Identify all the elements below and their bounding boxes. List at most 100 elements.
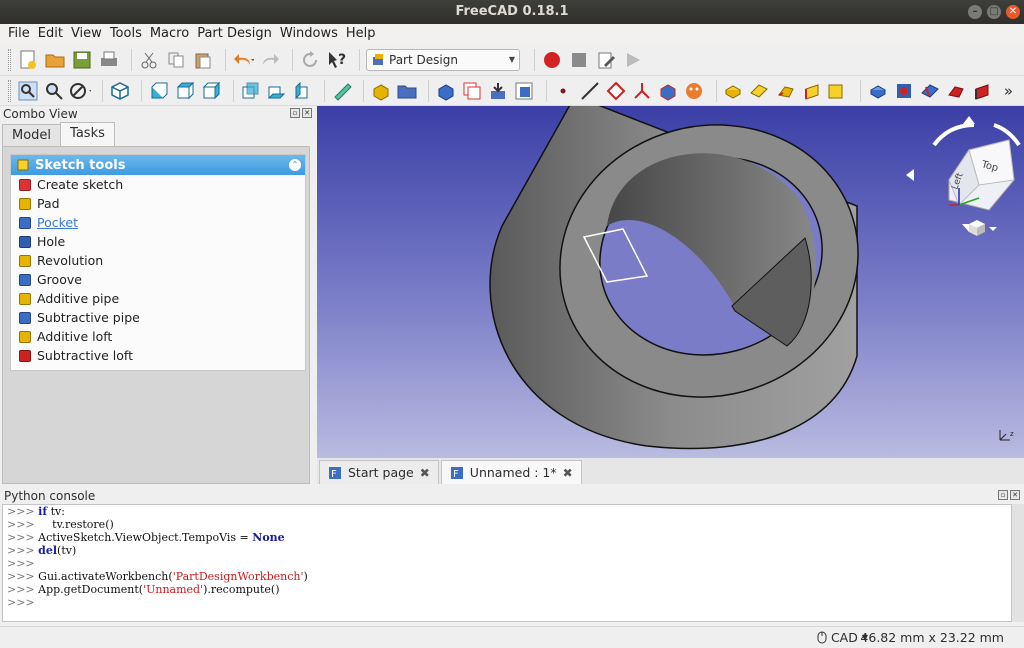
- pad-icon: [19, 197, 31, 210]
- shape-binder-2-icon[interactable]: [657, 80, 678, 102]
- local-coordinate-system-icon[interactable]: [631, 80, 652, 102]
- fit-all-icon[interactable]: [17, 80, 38, 102]
- subtractive-loft-icon[interactable]: [946, 80, 967, 102]
- task-item[interactable]: Additive loft: [11, 327, 305, 346]
- tab-model[interactable]: Model: [2, 124, 62, 146]
- task-item[interactable]: Hole: [11, 232, 305, 251]
- redo-icon[interactable]: [259, 49, 281, 71]
- save-icon[interactable]: [71, 49, 93, 71]
- task-item[interactable]: Revolution: [11, 251, 305, 270]
- tab-unnamed[interactable]: F Unnamed : 1* ✖: [440, 460, 582, 484]
- cut-icon[interactable]: [138, 49, 160, 71]
- rotate-ccw-icon[interactable]: [932, 123, 975, 147]
- rear-view-icon[interactable]: [240, 80, 261, 102]
- additive-loft-icon[interactable]: [775, 80, 796, 102]
- pad-icon[interactable]: [723, 80, 744, 102]
- refresh-icon[interactable]: [299, 49, 321, 71]
- additive-pipe-icon[interactable]: [801, 80, 822, 102]
- tab-tasks[interactable]: Tasks: [60, 122, 115, 146]
- clone-2-icon[interactable]: [684, 80, 705, 102]
- body-link-icon[interactable]: [514, 80, 535, 102]
- console-token: ).recompute(): [203, 583, 280, 596]
- task-item[interactable]: Pad: [11, 194, 305, 213]
- bottom-view-icon[interactable]: [266, 80, 287, 102]
- console-token: 'Unnamed': [143, 583, 204, 596]
- task-item[interactable]: Create sketch: [11, 175, 305, 194]
- print-icon[interactable]: [98, 49, 120, 71]
- new-document-icon[interactable]: [17, 49, 39, 71]
- menu-help[interactable]: Help: [342, 24, 380, 44]
- additive-primitive-icon[interactable]: [827, 80, 849, 102]
- menu-windows[interactable]: Windows: [276, 24, 342, 44]
- open-folder-icon[interactable]: [44, 49, 66, 71]
- paste-icon[interactable]: [192, 49, 214, 71]
- close-icon[interactable]: ✕: [1010, 490, 1020, 500]
- sub-shape-binder-icon[interactable]: [488, 80, 509, 102]
- clone-icon[interactable]: [462, 80, 483, 102]
- macro-run-icon[interactable]: [622, 49, 644, 71]
- macro-stop-icon[interactable]: [568, 49, 590, 71]
- pocket-icon[interactable]: [867, 80, 888, 102]
- minimize-button[interactable]: –: [968, 5, 982, 19]
- undo-icon[interactable]: [232, 49, 254, 71]
- toolbar-grip[interactable]: [8, 48, 11, 71]
- close-icon[interactable]: ✕: [302, 108, 312, 118]
- rotate-left-arrow-icon[interactable]: [906, 169, 914, 181]
- revolution-icon[interactable]: [749, 80, 770, 102]
- shape-binder-icon[interactable]: [435, 80, 456, 102]
- close-tab-icon[interactable]: ✖: [563, 466, 573, 480]
- combo-tabs: Model Tasks: [2, 122, 115, 146]
- datum-line-icon[interactable]: [579, 80, 600, 102]
- isometric-view-icon[interactable]: [109, 80, 130, 102]
- measure-distance-icon[interactable]: [331, 80, 352, 102]
- macro-edit-icon[interactable]: [595, 49, 617, 71]
- hole-icon[interactable]: [893, 80, 914, 102]
- task-item[interactable]: Subtractive loft: [11, 346, 305, 365]
- draw-style-icon[interactable]: [69, 80, 92, 102]
- chevron-right-icon[interactable]: »: [998, 80, 1019, 102]
- copy-icon[interactable]: [165, 49, 187, 71]
- console-scrollbar[interactable]: [1012, 504, 1024, 622]
- maximize-button[interactable]: □: [987, 5, 1001, 19]
- whats-this-icon[interactable]: ?: [326, 49, 348, 71]
- menu-part-design[interactable]: Part Design: [193, 24, 276, 44]
- menu-view[interactable]: View: [67, 24, 106, 44]
- toolbar-grip[interactable]: [8, 79, 11, 102]
- datum-plane-icon[interactable]: [605, 80, 626, 102]
- task-item[interactable]: Pocket: [11, 213, 305, 232]
- menu-edit[interactable]: Edit: [34, 24, 67, 44]
- task-item[interactable]: Additive pipe: [11, 289, 305, 308]
- close-button[interactable]: ✕: [1006, 5, 1020, 19]
- menu-file[interactable]: File: [4, 24, 34, 44]
- view-menu-icon[interactable]: [969, 220, 997, 236]
- menu-macro[interactable]: Macro: [146, 24, 193, 44]
- create-body-icon[interactable]: [370, 80, 391, 102]
- macro-record-icon[interactable]: [541, 49, 563, 71]
- datum-point-icon[interactable]: [553, 80, 574, 102]
- undock-icon[interactable]: ▫: [998, 490, 1008, 500]
- console-text-area[interactable]: >>> if tv: >>> tv.restore() >>> ActiveSket…: [2, 504, 1012, 622]
- task-item-label: Pad: [37, 196, 60, 211]
- close-tab-icon[interactable]: ✖: [420, 466, 430, 480]
- tab-start-page[interactable]: F Start page ✖: [319, 460, 439, 484]
- task-item[interactable]: Subtractive pipe: [11, 308, 305, 327]
- sketch-tools-header[interactable]: Sketch tools ⌃: [11, 155, 305, 175]
- groove-icon: [19, 273, 31, 286]
- workbench-selector[interactable]: Part Design ▼: [366, 48, 520, 71]
- left-view-icon[interactable]: [292, 80, 313, 102]
- create-part-icon[interactable]: [396, 80, 417, 102]
- navigation-cube[interactable]: Top Left: [884, 110, 1024, 240]
- subtractive-pipe-icon[interactable]: [972, 80, 993, 102]
- groove-icon[interactable]: [919, 80, 940, 102]
- undock-icon[interactable]: ▫: [290, 108, 300, 118]
- front-view-icon[interactable]: [148, 80, 169, 102]
- collapse-icon[interactable]: ⌃: [289, 159, 301, 171]
- fit-selection-icon[interactable]: [43, 80, 64, 102]
- rotate-up-arrow-icon[interactable]: [963, 116, 975, 124]
- svg-text:?: ?: [338, 52, 346, 68]
- task-item[interactable]: Groove: [11, 270, 305, 289]
- 3d-view[interactable]: Top Left z: [317, 106, 1024, 458]
- right-view-icon[interactable]: [201, 80, 222, 102]
- menu-tools[interactable]: Tools: [106, 24, 146, 44]
- top-view-icon[interactable]: [174, 80, 195, 102]
